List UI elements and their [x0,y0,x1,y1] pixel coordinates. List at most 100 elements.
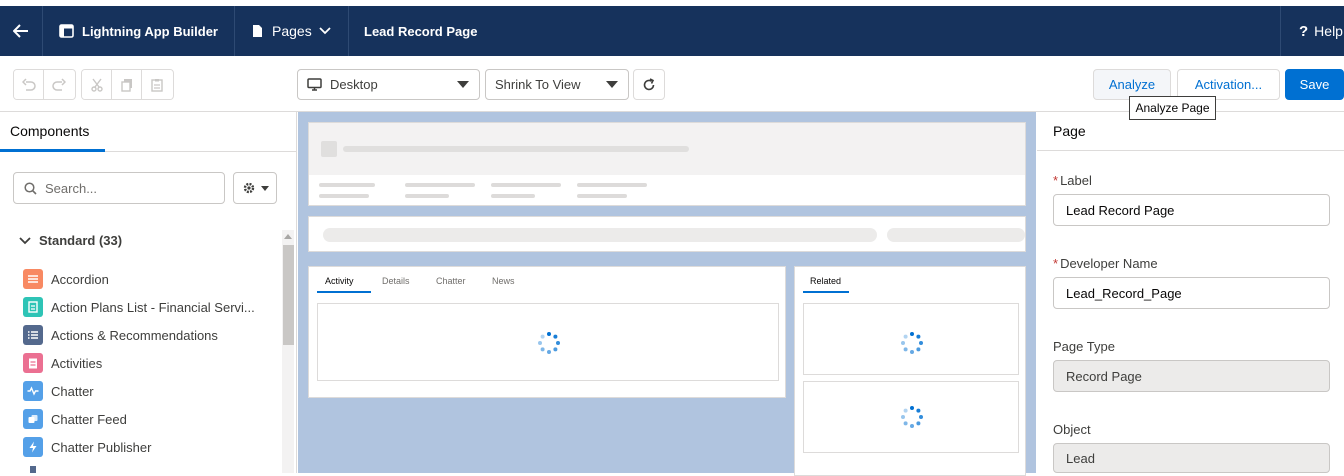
clipboard-list-icon [23,353,43,373]
page-type-value: Record Page [1053,360,1330,392]
component-actions-recommendations[interactable]: Actions & Recommendations [23,325,218,345]
scrollbar-thumb[interactable] [283,245,294,345]
component-label: Activities [51,355,103,371]
gear-icon [243,182,254,194]
loading-spinner-icon [901,406,923,428]
standard-section-toggle[interactable]: Standard (33) [19,233,122,248]
redo-button[interactable] [44,70,74,99]
tabs-component-preview[interactable]: Activity Details Chatter News [308,266,786,398]
device-select[interactable]: Desktop [297,69,480,100]
page-canvas[interactable]: Activity Details Chatter News Related [298,112,1036,476]
required-marker: * [1053,256,1059,271]
edit-group [81,69,174,100]
required-marker: * [1053,173,1059,188]
chevron-down-icon [19,236,31,244]
related-component-preview[interactable]: Related [794,266,1026,476]
feed-icon [23,409,43,429]
help-label: Help [1314,23,1343,39]
view-mode-select[interactable]: Shrink To View [485,69,629,100]
components-panel: Components Search... Standard (33) Accor… [0,112,297,473]
list-icon [23,325,43,345]
component-search-input[interactable]: Search... [13,172,225,204]
cut-button[interactable] [82,70,112,99]
clipboard-icon [151,78,163,92]
component-chatter-publisher[interactable]: Chatter Publisher [23,437,151,457]
page-title-text: Lead Record Page [364,23,478,39]
placeholder-avatar [321,141,337,157]
paste-button[interactable] [142,70,172,99]
scissors-icon [90,78,103,92]
object-label: Object [1053,422,1091,437]
component-label: Chatter Publisher [51,439,152,455]
tab-related[interactable]: Related [810,276,841,286]
placeholder-value [577,194,627,198]
copy-icon [120,78,132,92]
related-list-area-1 [803,303,1019,375]
label-field-label-text: Label [1060,173,1092,188]
placeholder-value [405,194,449,198]
highlights-panel-preview[interactable] [308,122,1026,206]
accordion-icon [23,269,43,289]
component-label: Chatter [51,383,94,399]
component-accordion[interactable]: Accordion [23,269,109,289]
properties-divider [1037,150,1344,151]
page-title: Lead Record Page [349,6,1281,56]
component-chatter[interactable]: Chatter [23,381,94,401]
layout-icon [59,24,74,38]
lightning-bolt-icon [23,437,43,457]
path-stages-placeholder [323,228,877,242]
component-activities[interactable]: Activities [23,353,102,373]
active-tab-indicator [317,291,371,293]
developer-name-input[interactable]: Lead_Record_Page [1053,277,1330,309]
app-title: Lightning App Builder [43,6,235,56]
undo-redo-group [13,69,76,100]
loading-spinner-icon [538,332,560,354]
page-icon [253,25,262,37]
activity-content-area [317,303,779,381]
refresh-button[interactable] [633,69,665,100]
partial-component-row [30,466,36,473]
component-label: Accordion [51,271,109,287]
app-title-text: Lightning App Builder [82,23,218,39]
properties-panel: Page * Label Lead Record Page * Developer … [1037,112,1344,473]
page-type-label: Page Type [1053,339,1115,354]
help-button[interactable]: ? Help [1282,6,1344,56]
save-button[interactable]: Save [1285,69,1344,100]
developer-name-label-text: Developer Name [1060,256,1158,271]
tab-news[interactable]: News [492,276,515,286]
caret-down-icon [260,185,269,191]
settings-menu-button[interactable] [233,172,277,204]
redo-icon [52,77,66,91]
pages-menu-label: Pages [272,23,312,39]
back-button[interactable] [0,6,43,56]
placeholder-field [405,183,475,187]
loading-spinner-icon [901,332,923,354]
component-chatter-feed[interactable]: Chatter Feed [23,409,127,429]
search-placeholder: Search... [45,180,98,196]
label-field-label: * Label [1053,173,1092,188]
tab-components[interactable]: Components [0,112,105,152]
path-button-placeholder [887,228,1025,242]
undo-icon [21,77,36,91]
placeholder-title [343,146,689,152]
device-select-value: Desktop [330,77,378,92]
component-label: Actions & Recommendations [51,327,218,343]
tab-details[interactable]: Details [382,276,410,286]
app-header: Lightning App Builder Pages Lead Record … [0,0,1344,56]
question-icon: ? [1299,22,1309,40]
refresh-icon [643,77,655,90]
action-plan-icon [23,297,43,317]
tab-activity[interactable]: Activity [325,276,354,286]
component-action-plans-list[interactable]: Action Plans List - Financial Servi... [23,297,255,317]
caret-down-icon [606,81,618,88]
pages-menu[interactable]: Pages [235,6,349,56]
placeholder-value [319,194,369,198]
path-component-preview[interactable] [308,216,1026,252]
scroll-up-icon[interactable] [284,234,292,239]
copy-button[interactable] [112,70,142,99]
placeholder-field [491,183,561,187]
undo-button[interactable] [14,70,44,99]
tab-chatter[interactable]: Chatter [436,276,466,286]
placeholder-field [577,183,647,187]
label-input[interactable]: Lead Record Page [1053,194,1330,226]
